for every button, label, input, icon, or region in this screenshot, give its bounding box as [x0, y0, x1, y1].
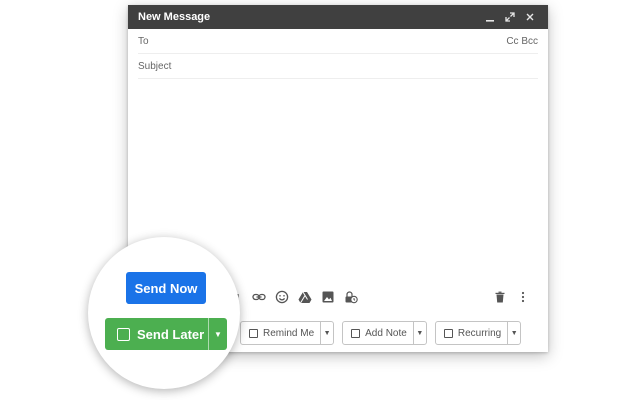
- minimize-icon[interactable]: [482, 9, 498, 25]
- remind-me-button[interactable]: Remind Me ▼: [240, 321, 335, 345]
- expand-icon[interactable]: [502, 9, 518, 25]
- subject-label: Subject: [138, 60, 172, 72]
- add-note-button[interactable]: Add Note ▼: [342, 321, 427, 345]
- remind-me-dropdown[interactable]: ▼: [320, 322, 333, 344]
- remind-me-main[interactable]: Remind Me: [241, 322, 320, 344]
- send-later-button[interactable]: Send Later ▼: [105, 318, 227, 350]
- remind-me-label: Remind Me: [263, 327, 315, 339]
- send-later-main[interactable]: Send Later: [105, 318, 208, 350]
- recurring-dropdown[interactable]: ▼: [507, 322, 520, 344]
- recurring-main[interactable]: Recurring: [436, 322, 507, 344]
- subject-field[interactable]: Subject: [138, 54, 538, 79]
- compose-title: New Message: [138, 11, 211, 23]
- add-note-dropdown[interactable]: ▼: [412, 322, 426, 344]
- drive-icon[interactable]: [297, 289, 313, 305]
- add-note-main[interactable]: Add Note: [343, 322, 413, 344]
- more-options-icon[interactable]: [515, 289, 531, 305]
- recurring-checkbox[interactable]: [443, 328, 453, 338]
- photo-icon[interactable]: [320, 289, 336, 305]
- compose-titlebar: New Message: [128, 5, 548, 29]
- recurring-label: Recurring: [457, 327, 502, 339]
- to-field[interactable]: To Cc Bcc: [138, 29, 538, 54]
- zoom-magnifier: Send Now Send Later ▼: [88, 237, 240, 389]
- send-later-checkbox[interactable]: [117, 327, 130, 341]
- remind-me-checkbox[interactable]: [249, 328, 258, 338]
- recurring-button[interactable]: Recurring ▼: [434, 321, 522, 345]
- send-later-dropdown[interactable]: ▼: [208, 318, 227, 350]
- delete-icon[interactable]: [492, 289, 508, 305]
- send-later-label: Send Later: [137, 326, 205, 342]
- send-now-button[interactable]: Send Now: [126, 272, 206, 304]
- feature-buttons: Remind Me ▼ Add Note ▼ Recurring ▼: [240, 320, 529, 346]
- add-note-label: Add Note: [365, 327, 407, 339]
- close-icon[interactable]: [522, 9, 538, 25]
- add-note-checkbox[interactable]: [351, 328, 361, 338]
- to-label: To: [138, 35, 149, 47]
- formatting-toolbar: [228, 288, 538, 306]
- cc-bcc-link[interactable]: Cc Bcc: [506, 36, 538, 47]
- lock-clock-icon[interactable]: [343, 289, 359, 305]
- link-icon[interactable]: [251, 289, 267, 305]
- emoji-icon[interactable]: [274, 289, 290, 305]
